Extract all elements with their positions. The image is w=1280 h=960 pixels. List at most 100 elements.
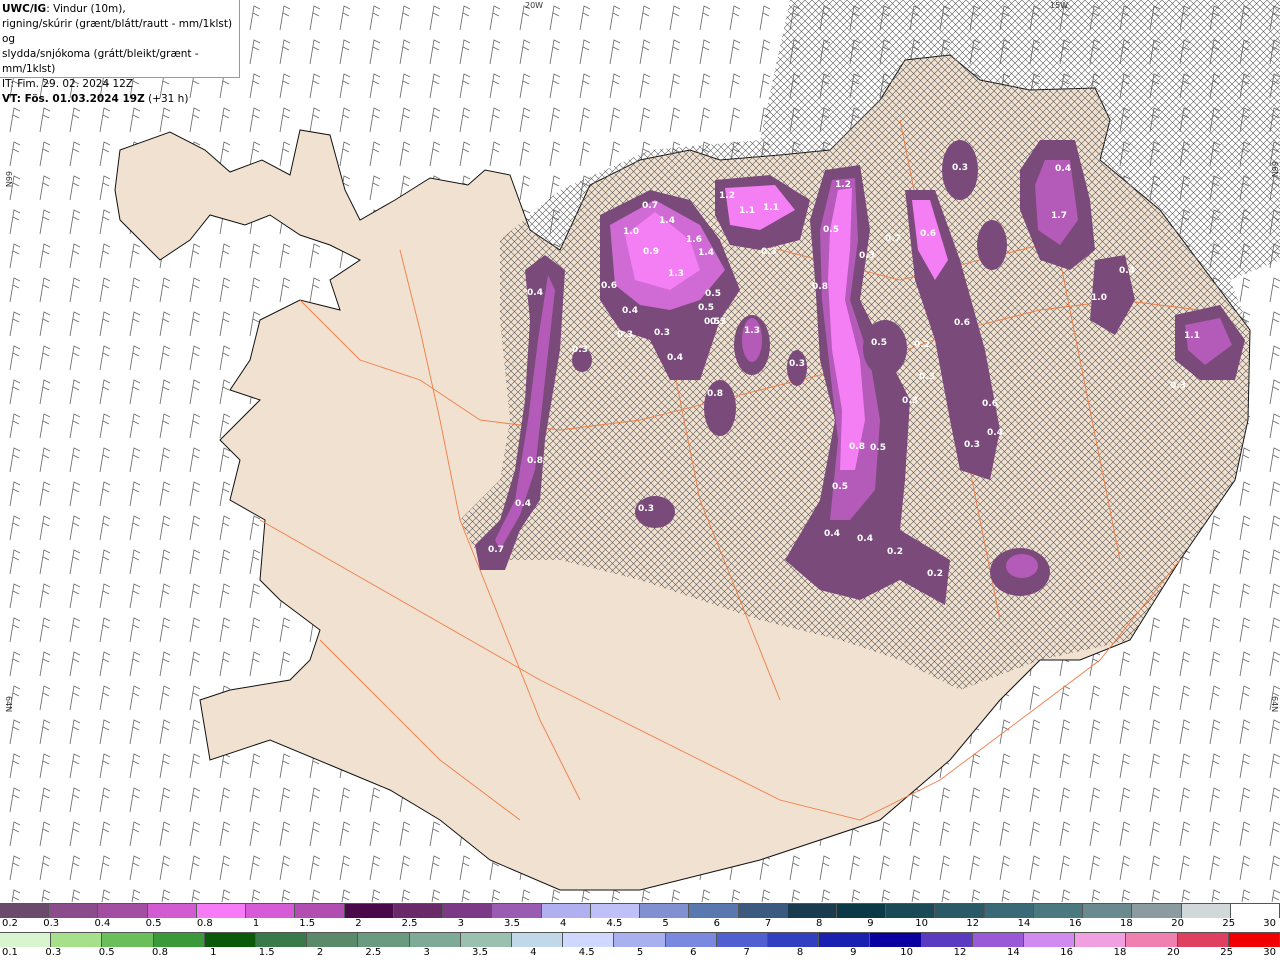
legend-tick: 12 <box>953 947 967 958</box>
legend-tick: 7 <box>764 918 772 929</box>
legend-swatch <box>409 933 461 947</box>
legend-swatch <box>640 904 690 918</box>
legend-tick: 10 <box>915 918 928 929</box>
legend-tick: 14 <box>1017 918 1031 929</box>
legend-swatch <box>196 904 247 918</box>
legend-swatch <box>738 904 788 918</box>
precip-value-label: 0.7 <box>488 545 504 555</box>
legend-swatch <box>0 904 50 918</box>
precip-value-label: 0.4 <box>622 306 638 316</box>
desc-line-1: : Vindur (10m), <box>46 3 126 15</box>
legend-swatch <box>147 904 197 918</box>
legend-swatch <box>870 933 922 947</box>
valid-time: VT: Fös. 01.03.2024 19Z <box>2 93 145 105</box>
legend-swatch <box>689 904 739 918</box>
desc-line-2: rigning/skúrir (grænt/blátt/rautt - mm/1… <box>2 18 233 45</box>
precip-value-label: 0.9 <box>643 247 659 257</box>
precip-value-label: 0.3 <box>902 396 918 406</box>
legend-tick: 3.5 <box>472 947 488 958</box>
precip-value-label: 0.3 <box>789 359 805 369</box>
lat-64n-left-label: 64N <box>4 696 13 712</box>
precip-value-label: 0.8 <box>527 456 543 466</box>
legend-tick: 25 <box>1220 947 1234 958</box>
lon-20w-label: 20W <box>525 1 543 10</box>
precip-value-label: 0.3 <box>572 345 588 355</box>
precip-value-label: 1.3 <box>668 269 684 279</box>
precip-value-label: 0.3 <box>617 330 633 340</box>
legend-swatch <box>295 904 345 918</box>
legend-swatch <box>1181 904 1231 918</box>
precip-value-label: 1.1 <box>763 203 779 213</box>
legend-tick: 1.5 <box>258 947 275 958</box>
legend-tick: 3.5 <box>504 918 520 929</box>
legend-swatch <box>972 933 1025 947</box>
legend-tick: 3 <box>423 947 430 958</box>
legend-swatch <box>836 904 887 918</box>
legend-tick: 9 <box>867 918 874 929</box>
legend-tick: 0.3 <box>45 947 62 958</box>
legend-swatch <box>1024 933 1076 947</box>
legend-swatch <box>1230 904 1280 918</box>
legend-tick: 2.5 <box>365 947 382 958</box>
legend-tick: 0.2 <box>2 918 18 929</box>
precip-value-label: 0.5 <box>823 225 839 235</box>
legend-tick: 25 <box>1222 918 1236 929</box>
precip-value-label: 0.3 <box>859 251 875 261</box>
precip-value-label: 1.1 <box>739 206 755 216</box>
legend-swatch <box>768 933 820 947</box>
legend-tick: 5 <box>636 947 644 958</box>
map-info-box: UWC/IG: Vindur (10m), rigning/skúrir (gr… <box>0 0 240 105</box>
legend-swatch <box>1083 904 1133 918</box>
legend-tick: 3 <box>457 918 464 929</box>
precip-value-label: 0.5 <box>704 317 720 327</box>
legend-tick: 4.5 <box>606 918 623 929</box>
precip-value-label: 0.5 <box>871 338 887 348</box>
precip-value-label: 0.5 <box>698 303 714 313</box>
lat-64n-right-label: 64N <box>1270 696 1279 712</box>
precip-value-label: 0.3 <box>654 328 670 338</box>
precip-value-label: 0.8 <box>849 442 865 452</box>
precip-value-label: 0.4 <box>527 288 543 298</box>
legend-tick: 4.5 <box>578 947 595 958</box>
legend-tick: 8 <box>816 918 823 929</box>
legend-swatch <box>49 904 99 918</box>
legend-swatch <box>590 904 641 918</box>
legend-swatch <box>1132 904 1182 918</box>
precip-value-label: 1.2 <box>835 180 851 190</box>
legend-tick: 12 <box>966 918 980 929</box>
legend-tick: 0.3 <box>43 918 60 929</box>
legend-tick: 1 <box>252 918 260 929</box>
legend-tick: 18 <box>1113 947 1127 958</box>
legend-tick: 9 <box>850 947 857 958</box>
legend-swatch <box>512 933 564 947</box>
legend-swatch <box>204 933 257 947</box>
legend-tick: 8 <box>796 947 804 958</box>
legend-swatch <box>886 904 936 918</box>
legend-rain-ticks: 0.1 0.3 0.5 0.8 1 1.5 2 2.5 3 3.5 4 4.5 5 6 7 8 9 10 12 14 1… <box>0 947 1280 959</box>
precip-value-label: 1.7 <box>1051 211 1067 221</box>
legend-tick: 5 <box>662 918 669 929</box>
model-name: UWC/IG <box>2 3 47 15</box>
precip-value-label: 0.5 <box>832 482 848 492</box>
legend-tick: 30 <box>1263 947 1276 958</box>
desc-line-3: slydda/snjókoma (grátt/bleikt/grænt - mm… <box>2 48 199 75</box>
precip-value-label: 0.6 <box>601 281 617 291</box>
legend-tick: 0.5 <box>98 947 115 958</box>
legend-swatch <box>1126 933 1178 947</box>
legend-swatch <box>984 904 1034 918</box>
legend-swatch <box>614 933 666 947</box>
precip-value-label: 0.8 <box>812 282 828 292</box>
legend-swatch <box>256 933 308 947</box>
legend-tick: 2 <box>316 947 324 958</box>
precip-value-label: 0.5 <box>870 443 886 453</box>
legend-rain-colorbar <box>0 932 1280 947</box>
precip-value-label: 0.4 <box>1119 266 1135 276</box>
legend-tick: 18 <box>1120 918 1133 929</box>
legend-swatch <box>393 904 444 918</box>
forecast-map: 0.71.41.01.61.40.91.30.60.40.50.50.30.40… <box>0 0 1280 902</box>
legend-tick: 16 <box>1060 947 1074 958</box>
legend-swatch <box>716 933 769 947</box>
precip-value-label: 0.3 <box>761 247 777 257</box>
precip-value-label: 0.6 <box>982 399 998 409</box>
precip-value-label: 0.8 <box>707 389 723 399</box>
